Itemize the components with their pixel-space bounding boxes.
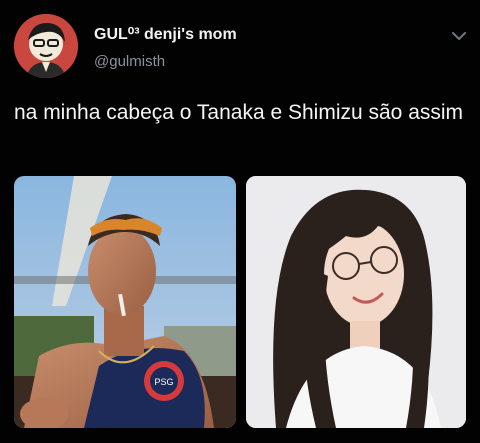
- svg-text:PSG: PSG: [154, 377, 173, 387]
- photo-woman-glasses[interactable]: [246, 176, 466, 428]
- man-sunglasses-image: PSG: [14, 176, 236, 428]
- author-display-name[interactable]: GUL⁰³ denji's mom: [94, 24, 237, 44]
- avatar-illustration: [14, 14, 78, 78]
- photo-man-sunglasses[interactable]: PSG: [14, 176, 236, 428]
- chevron-down-icon[interactable]: [452, 28, 466, 40]
- avatar[interactable]: [14, 14, 78, 78]
- author-handle[interactable]: @gulmisth: [94, 53, 165, 70]
- tweet: GUL⁰³ denji's mom @gulmisth na minha cab…: [0, 0, 480, 443]
- woman-glasses-image: [246, 176, 466, 428]
- tweet-text: na minha cabeça o Tanaka e Shimizu são a…: [14, 101, 464, 124]
